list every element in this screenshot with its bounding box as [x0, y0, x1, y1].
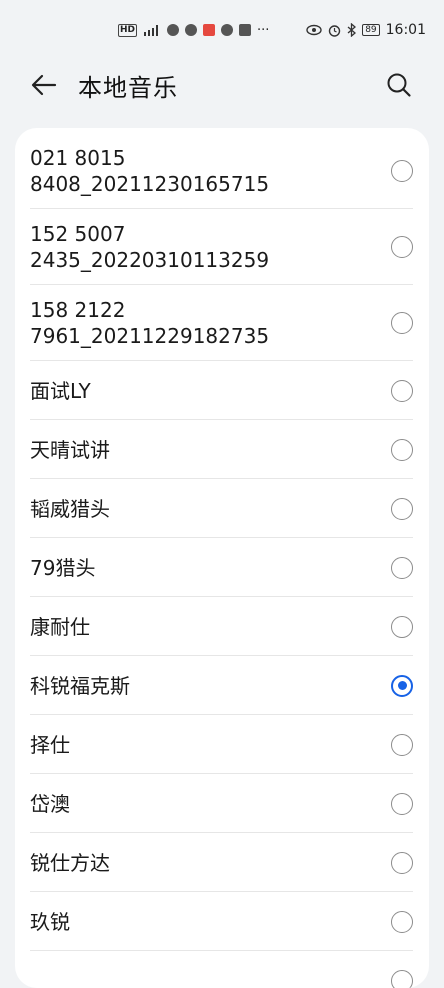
item-label: 面试LY: [30, 378, 391, 404]
alarm-icon: [328, 24, 341, 37]
list-item[interactable]: 锐仕方达: [15, 833, 429, 892]
qq-icon: [185, 24, 197, 36]
item-label: 021 8015 8408_20211230165715: [30, 145, 391, 197]
item-label: 科锐福克斯: [30, 673, 391, 699]
eye-icon: [306, 24, 322, 36]
list-item[interactable]: 天晴试讲: [15, 420, 429, 479]
item-label: 择仕: [30, 732, 391, 758]
hd-icon: HD: [118, 24, 137, 37]
list-item[interactable]: 158 2122 7961_20211229182735: [15, 285, 429, 361]
page-title: 本地音乐: [78, 68, 178, 103]
more-notifications-icon: ···: [257, 23, 269, 38]
app-bar: 本地音乐: [0, 60, 444, 110]
item-label: 锐仕方达: [30, 850, 391, 876]
radio-button[interactable]: [391, 498, 413, 520]
radio-button[interactable]: [391, 439, 413, 461]
battery-icon: 89: [362, 24, 379, 36]
radio-button[interactable]: [391, 236, 413, 258]
status-bar: HD ··· 89 16:01: [0, 0, 444, 60]
list-item[interactable]: 79猎头: [15, 538, 429, 597]
status-right-icons: 89 16:01: [306, 22, 426, 38]
radio-button[interactable]: [391, 380, 413, 402]
app-icon: [239, 24, 251, 36]
list-item[interactable]: 152 5007 2435_20220310113259: [15, 209, 429, 285]
search-button[interactable]: [384, 70, 414, 100]
music-icon: [221, 24, 233, 36]
list-item[interactable]: 康耐仕: [15, 597, 429, 656]
list-item[interactable]: 021 8015 8408_20211230165715: [15, 133, 429, 209]
item-label: 152 5007 2435_20220310113259: [30, 221, 391, 273]
wechat-icon: [167, 24, 179, 36]
radio-button[interactable]: [391, 616, 413, 638]
list-item[interactable]: 面试LY: [15, 361, 429, 420]
list-item[interactable]: 择仕: [15, 715, 429, 774]
item-label: 韬威猎头: [30, 496, 391, 522]
radio-button[interactable]: [391, 793, 413, 815]
status-left-icons: HD ···: [118, 23, 269, 38]
music-list: 021 8015 8408_20211230165715 152 5007 243…: [15, 128, 429, 988]
back-arrow-icon: [31, 74, 57, 96]
item-label: 岱澳: [30, 791, 391, 817]
list-item[interactable]: 玖锐: [15, 892, 429, 951]
list-item[interactable]: [15, 951, 429, 988]
item-label: 79猎头: [30, 555, 391, 581]
radio-button[interactable]: [391, 557, 413, 579]
radio-button[interactable]: [391, 852, 413, 874]
item-label: 玖锐: [30, 909, 391, 935]
radio-button[interactable]: [391, 734, 413, 756]
back-button[interactable]: [30, 71, 58, 99]
radio-selected[interactable]: [391, 675, 413, 697]
list-item[interactable]: 韬威猎头: [15, 479, 429, 538]
status-time: 16:01: [386, 22, 426, 38]
item-label: 158 2122 7961_20211229182735: [30, 297, 391, 349]
radio-dot: [398, 681, 407, 690]
list-item[interactable]: 科锐福克斯: [15, 656, 429, 715]
signal-icon: [143, 24, 161, 36]
item-label: 天晴试讲: [30, 437, 391, 463]
list-item[interactable]: 岱澳: [15, 774, 429, 833]
radio-button[interactable]: [391, 911, 413, 933]
item-label: 康耐仕: [30, 614, 391, 640]
app-notification-icon: [203, 24, 215, 36]
search-icon: [386, 72, 412, 98]
radio-button[interactable]: [391, 160, 413, 182]
radio-button[interactable]: [391, 312, 413, 334]
bluetooth-icon: [347, 23, 356, 37]
radio-button[interactable]: [391, 970, 413, 988]
